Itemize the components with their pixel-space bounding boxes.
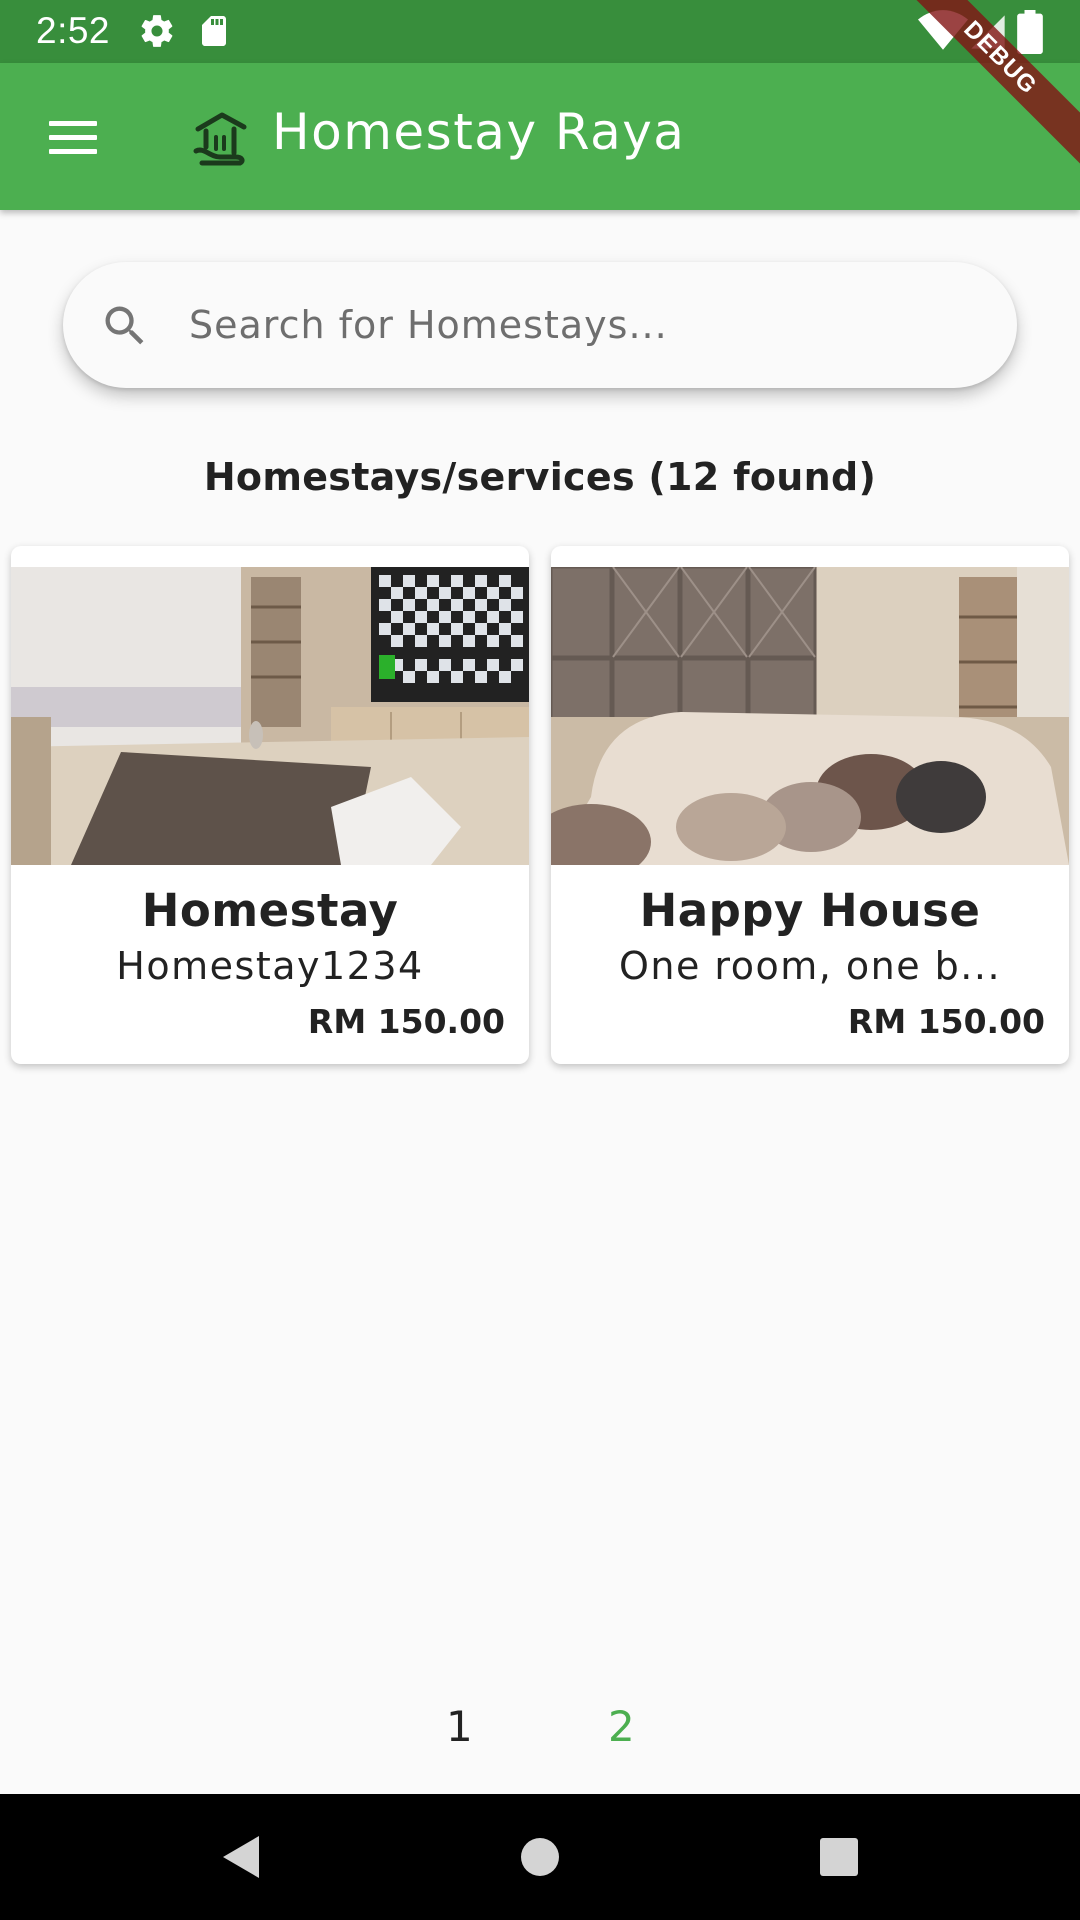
system-nav-bar <box>0 1794 1080 1920</box>
listing-title: Happy House <box>639 884 981 937</box>
listing-card[interactable]: Homestay Homestay1234 RM 150.00 <box>11 546 529 1064</box>
listing-price: RM 150.00 <box>307 1002 505 1041</box>
battery-icon <box>1017 10 1043 54</box>
sd-card-icon <box>202 16 226 46</box>
listing-description: Homestay1234 <box>116 944 424 988</box>
search-icon <box>105 306 144 345</box>
listing-image <box>11 567 529 865</box>
app-bar: Homestay Raya <box>0 63 1080 210</box>
search-bar[interactable] <box>63 262 1017 388</box>
status-bar: 2:52 <box>0 0 1080 63</box>
settings-icon <box>141 15 173 47</box>
back-icon[interactable] <box>215 1830 267 1884</box>
menu-button[interactable] <box>30 101 116 173</box>
home-icon[interactable] <box>517 1830 563 1884</box>
app-title: Homestay Raya <box>272 103 686 161</box>
listing-card[interactable]: Happy House One room, one b... RM 150.00 <box>551 546 1069 1064</box>
page-button-1[interactable]: 1 <box>446 1702 473 1751</box>
listing-image <box>551 567 1069 865</box>
house-logo-icon <box>193 112 247 166</box>
search-input[interactable] <box>189 292 969 358</box>
results-count: Homestays/services (12 found) <box>203 455 877 499</box>
menu-icon <box>49 120 97 126</box>
listing-price: RM 150.00 <box>847 1002 1045 1041</box>
page-button-2[interactable]: 2 <box>608 1702 635 1751</box>
listing-description: One room, one b... <box>618 944 1002 988</box>
status-time: 2:52 <box>36 10 111 51</box>
listing-title: Homestay <box>141 884 399 937</box>
recents-icon[interactable] <box>816 1830 862 1884</box>
